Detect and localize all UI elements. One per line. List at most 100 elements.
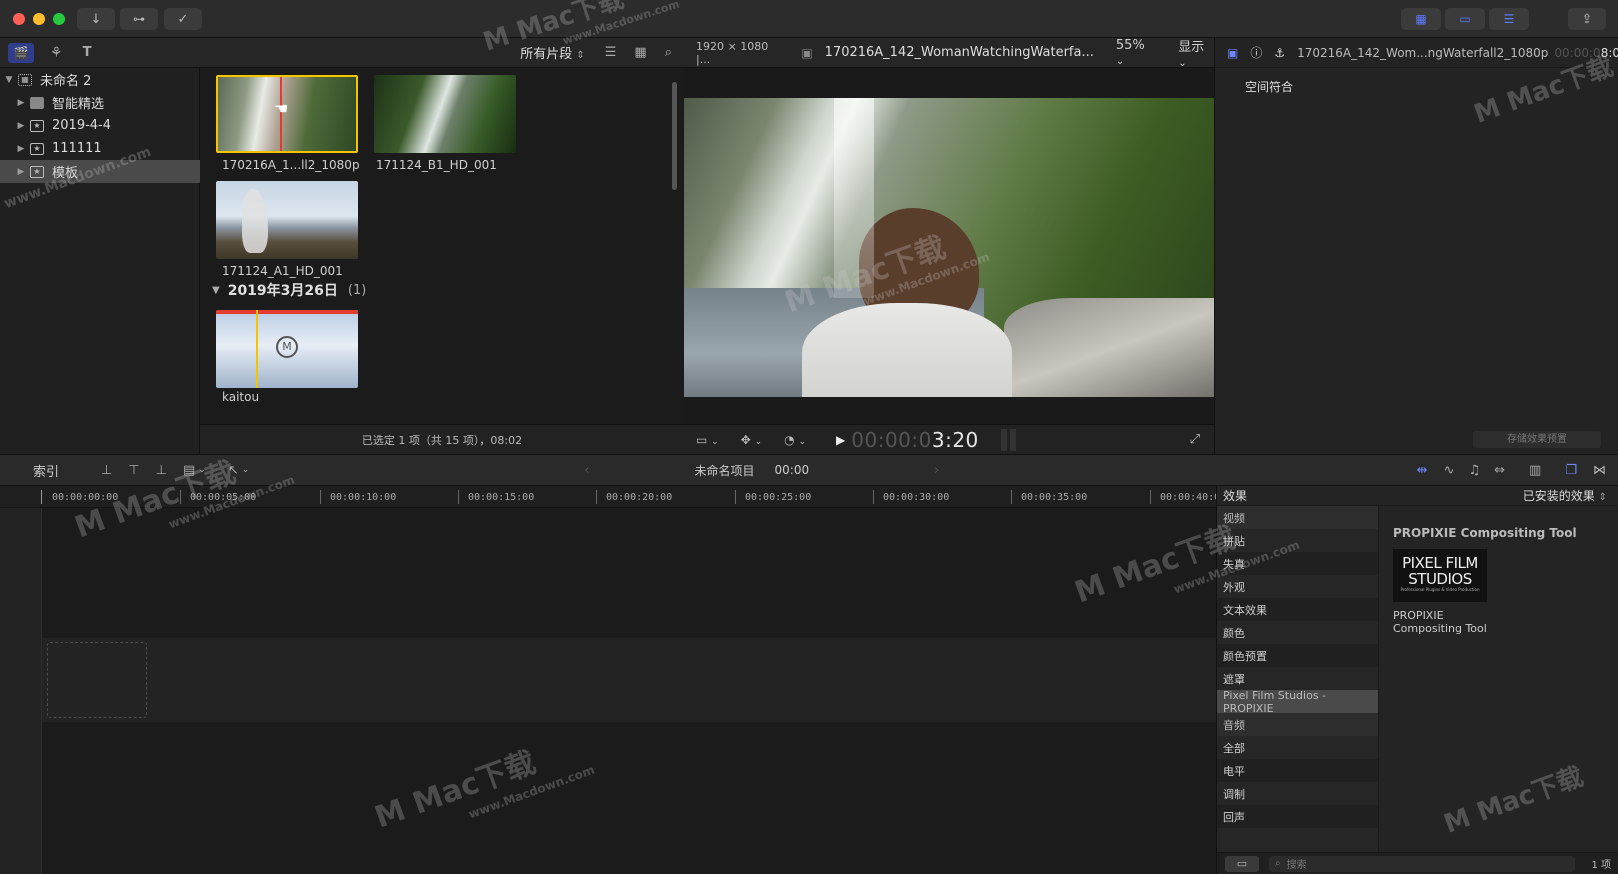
- timecode-display[interactable]: 00:00:03:20: [851, 428, 979, 452]
- library-item-event-2019-4-4[interactable]: ▶ ★ 2019-4-4: [0, 114, 200, 137]
- save-effects-preset-button[interactable]: 存储效果预置: [1473, 431, 1601, 448]
- timeline-index-button[interactable]: 索引: [33, 461, 59, 480]
- timeline-ruler[interactable]: 00:00:00:00 00:00:05:00 00:00:10:00 00:0…: [0, 486, 1216, 508]
- effect-item-label: PROPIXIE Compositing Tool: [1393, 609, 1487, 635]
- effects-category[interactable]: 电平: [1217, 759, 1378, 782]
- disclosure-closed-icon[interactable]: ▶: [12, 167, 30, 177]
- clip-thumbnail[interactable]: [374, 75, 516, 153]
- viewer-controls: ▭ ⌄ ✥ ⌄ ◔ ⌄ ▶ 00:00:03:20 ⤢: [684, 424, 1214, 454]
- sliders-icon: ☰: [1503, 12, 1515, 26]
- search-icon[interactable]: ⌕: [665, 45, 672, 60]
- insert-clip-icon[interactable]: ⊤: [128, 463, 139, 478]
- browser-status: 已选定 1 项（共 15 项），08:02: [200, 424, 684, 454]
- effects-category[interactable]: 调制: [1217, 782, 1378, 805]
- primary-storyline[interactable]: [42, 638, 1216, 722]
- ruler-tick: [596, 490, 597, 504]
- connect-clip-icon[interactable]: ⊥: [101, 463, 112, 478]
- show-inspector-button[interactable]: ☰: [1489, 8, 1529, 30]
- transitions-browser-icon[interactable]: ⋈: [1593, 463, 1606, 478]
- speedometer-icon: ◔: [784, 432, 795, 447]
- effect-thumbnail[interactable]: PIXEL FILM STUDIOS Professional Plugins …: [1393, 549, 1487, 602]
- chevron-down-icon[interactable]: ⌄: [198, 465, 206, 475]
- effects-category[interactable]: 回声: [1217, 805, 1378, 828]
- keywords-button[interactable]: ⊶: [120, 8, 158, 30]
- zoom-window-button[interactable]: [53, 13, 65, 25]
- effects-category[interactable]: 拼贴: [1217, 529, 1378, 552]
- installed-effects-dropdown[interactable]: 已安装的效果 ⇕: [1523, 487, 1607, 504]
- library-item-event-111111[interactable]: ▶ ★ 111111: [0, 137, 200, 160]
- transform-dropdown[interactable]: ✥ ⌄: [741, 433, 762, 447]
- video-inspector-icon[interactable]: ▣: [1227, 46, 1238, 60]
- viewer-canvas[interactable]: [684, 68, 1214, 424]
- search-placeholder: 搜索: [1286, 860, 1307, 871]
- clip-thumbnail[interactable]: M: [216, 310, 358, 388]
- effects-category-header[interactable]: 视频: [1217, 506, 1378, 529]
- date-group-header[interactable]: ▼ 2019年3月26日 (1): [212, 280, 366, 300]
- effects-category[interactable]: 遮罩: [1217, 667, 1378, 690]
- disclosure-open-icon[interactable]: ▼: [0, 75, 18, 85]
- library-item-smart-collections[interactable]: ▶ 智能精选: [0, 91, 200, 114]
- retime-dropdown[interactable]: ◔ ⌄: [784, 433, 806, 447]
- snapping-icon[interactable]: ⇔: [1494, 463, 1505, 478]
- project-name: 未命名项目: [694, 463, 755, 478]
- clip-appearance-icon[interactable]: ▥: [1529, 463, 1541, 478]
- audio-meter: [1009, 428, 1016, 451]
- effects-category[interactable]: 失真: [1217, 552, 1378, 575]
- overwrite-clip-icon[interactable]: ▤: [183, 463, 195, 478]
- back-arrow-icon[interactable]: ‹: [584, 463, 589, 478]
- clip-thumbnail[interactable]: ☚: [216, 75, 358, 153]
- disclosure-closed-icon[interactable]: ▶: [12, 144, 30, 154]
- select-tool-icon[interactable]: ↖: [228, 463, 239, 478]
- forward-arrow-icon[interactable]: ›: [934, 463, 939, 478]
- effects-category[interactable]: 颜色预置: [1217, 644, 1378, 667]
- clapper-icon[interactable]: 🎬: [8, 42, 34, 63]
- timecode-dim: 00:00:0: [851, 427, 932, 452]
- browser-scrollbar[interactable]: [672, 82, 677, 190]
- photos-icon[interactable]: ⚘: [50, 45, 63, 61]
- effects-category[interactable]: 颜色: [1217, 621, 1378, 644]
- effects-search-input[interactable]: ⌕ 搜索: [1269, 855, 1575, 872]
- anchor-icon[interactable]: ⚓: [1274, 46, 1285, 60]
- video-audio-split-icon[interactable]: ⇹: [1417, 463, 1428, 478]
- list-view-icon[interactable]: ☰: [605, 45, 617, 60]
- effects-category-selected[interactable]: Pixel Film Studios - PROPIXIE: [1217, 689, 1378, 715]
- disclosure-closed-icon[interactable]: ▶: [12, 121, 30, 131]
- info-icon[interactable]: ⓘ: [1250, 44, 1262, 61]
- clip-filter-dropdown[interactable]: 所有片段 ⇕: [520, 43, 585, 62]
- titles-icon[interactable]: T: [83, 45, 92, 60]
- effects-category-list: 视频 拼贴 失真 外观 文本效果 颜色 颜色预置 遮罩 Pixel Film S…: [1217, 506, 1379, 852]
- zoom-dropdown[interactable]: 55% ⌄: [1116, 38, 1154, 68]
- library-item-label: 模板: [52, 166, 79, 181]
- share-button[interactable]: ⇪: [1568, 8, 1606, 30]
- library-item-template[interactable]: ▶ ★ 模板: [0, 160, 200, 183]
- effects-category[interactable]: 外观: [1217, 575, 1378, 598]
- effects-category-header[interactable]: 音频: [1217, 713, 1378, 736]
- append-clip-icon[interactable]: ⊥: [156, 463, 167, 478]
- effects-category[interactable]: 全部: [1217, 736, 1378, 759]
- clip-thumbnail[interactable]: [216, 181, 358, 259]
- disclosure-closed-icon[interactable]: ▶: [12, 98, 30, 108]
- show-browser-button[interactable]: ▦: [1401, 8, 1441, 30]
- title-bar: ↓ ⊶ ✓ ▦ ▭ ☰ ⇪: [0, 0, 1618, 38]
- headphones-icon[interactable]: ♫: [1468, 463, 1480, 478]
- waveform-icon[interactable]: ∿: [1444, 463, 1455, 478]
- chevron-down-icon[interactable]: ⌄: [242, 465, 250, 475]
- empty-storyline-placeholder[interactable]: [47, 642, 147, 718]
- view-options-dropdown[interactable]: ▭ ⌄: [696, 433, 719, 447]
- ruler-tick-label: 00:00:35:00: [1021, 492, 1088, 503]
- sidebar-toggle-icon[interactable]: ▭: [1225, 855, 1259, 872]
- show-timeline-button[interactable]: ▭: [1445, 8, 1485, 30]
- disclosure-open-icon[interactable]: ▼: [212, 285, 220, 296]
- close-window-button[interactable]: [13, 13, 25, 25]
- minimize-window-button[interactable]: [33, 13, 45, 25]
- display-dropdown[interactable]: 显示 ⌄: [1178, 36, 1214, 70]
- timeline-area[interactable]: [0, 508, 1216, 874]
- import-button[interactable]: ↓: [77, 8, 115, 30]
- fullscreen-icon[interactable]: ⤢: [1190, 432, 1200, 447]
- effects-browser-icon[interactable]: ❐: [1565, 463, 1577, 478]
- library-item-root[interactable]: ▼ ▦ 未命名 2: [0, 68, 200, 91]
- play-button[interactable]: ▶: [836, 433, 845, 447]
- effects-category[interactable]: 文本效果: [1217, 598, 1378, 621]
- background-tasks-button[interactable]: ✓: [164, 8, 202, 30]
- filmstrip-icon[interactable]: ▦: [634, 45, 646, 60]
